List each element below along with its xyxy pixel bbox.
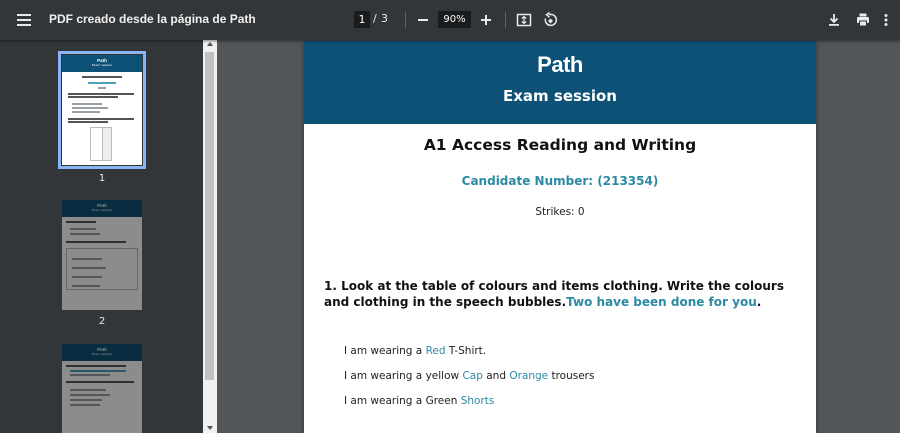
exam-session-heading: Exam session bbox=[503, 87, 617, 105]
sentence-text: trousers bbox=[548, 370, 595, 382]
thumbnail-text-line bbox=[88, 82, 116, 84]
pdf-page: Path Exam session A1 Access Reading and … bbox=[304, 41, 816, 433]
scroll-down-arrow-icon[interactable] bbox=[207, 426, 213, 430]
thumbnail-banner: Path Exam session bbox=[62, 200, 142, 217]
sentence-text: I am wearing a Green bbox=[344, 395, 461, 407]
candidate-number: Candidate Number: (213354) bbox=[461, 174, 659, 188]
thumbnail-text-line bbox=[72, 258, 102, 260]
thumbnail-text-line bbox=[66, 381, 134, 383]
toolbar-divider bbox=[405, 12, 406, 28]
more-icon[interactable] bbox=[881, 10, 891, 30]
sentence-text: T-Shirt. bbox=[445, 345, 487, 357]
page-separator: / bbox=[373, 12, 377, 25]
path-logo: Path bbox=[537, 52, 583, 77]
sentence-text: and bbox=[482, 370, 510, 382]
thumbnail-text-line bbox=[72, 111, 100, 113]
thumbnail-text-line bbox=[70, 404, 100, 406]
thumbnail-text-line bbox=[66, 241, 126, 243]
thumbnail-text-line bbox=[72, 276, 102, 278]
question-1: 1. Look at the table of colours and item… bbox=[324, 278, 794, 310]
thumbnail-text-line bbox=[70, 233, 100, 235]
rotate-icon[interactable] bbox=[540, 10, 560, 30]
toolbar-divider bbox=[505, 12, 506, 28]
thumbnail-text-line bbox=[98, 87, 106, 89]
thumbnail-text-line bbox=[68, 93, 134, 95]
thumbnail-text-line bbox=[66, 221, 96, 223]
thumbnail-text-line bbox=[82, 76, 122, 78]
zoom-in-icon[interactable] bbox=[478, 10, 494, 30]
scrollbar-thumb[interactable] bbox=[205, 52, 214, 380]
answer-word: Cap bbox=[462, 370, 483, 382]
exam-title: A1 Access Reading and Writing bbox=[423, 136, 697, 154]
sidebar-scrollbar[interactable] bbox=[203, 40, 217, 433]
thumbnail-text-line bbox=[70, 389, 106, 391]
thumbnail-sidebar: Path Exam session 1 Path Exam session 2 bbox=[0, 40, 217, 433]
thumbnail-text-line bbox=[68, 118, 134, 120]
pdf-toolbar: PDF creado desde la página de Path 1 / 3… bbox=[0, 0, 900, 40]
current-page-input[interactable]: 1 bbox=[354, 11, 370, 28]
thumbnail-subtitle: Exam session bbox=[91, 208, 113, 212]
thumbnail-logo: Path bbox=[97, 58, 107, 63]
thumbnail-text-line bbox=[68, 121, 108, 123]
thumbnail-table-column bbox=[102, 127, 112, 161]
fit-page-icon[interactable] bbox=[514, 10, 534, 30]
thumbnail-text-line bbox=[70, 370, 126, 372]
thumbnail-logo: Path bbox=[97, 203, 107, 208]
answer-sentence: I am wearing a Green Shorts bbox=[344, 395, 494, 407]
thumbnail-text-line bbox=[66, 365, 126, 367]
strikes-count: Strikes: 0 bbox=[535, 206, 585, 218]
thumbnail-banner: Path Exam session bbox=[62, 344, 142, 361]
sentence-text: I am wearing a yellow bbox=[344, 370, 463, 382]
answer-sentence: I am wearing a Red T-Shirt. bbox=[344, 345, 486, 357]
thumbnail-text-line bbox=[68, 96, 118, 98]
thumbnail-table bbox=[66, 248, 138, 290]
total-pages: 3 bbox=[381, 12, 388, 25]
thumbnail-logo: Path bbox=[97, 347, 107, 352]
exam-banner: Path Exam session bbox=[304, 41, 816, 124]
thumbnail-subtitle: Exam session bbox=[91, 63, 113, 67]
thumbnail-text-line bbox=[72, 267, 106, 269]
thumbnail-text-line bbox=[70, 228, 96, 230]
thumbnail-text-line bbox=[72, 107, 108, 109]
download-icon[interactable] bbox=[824, 10, 844, 30]
answer-sentence: I am wearing a yellow Cap and Orange tro… bbox=[344, 370, 594, 382]
thumbnail-text-line bbox=[72, 103, 102, 105]
question-end: . bbox=[756, 295, 762, 309]
document-viewer: Path Exam session A1 Access Reading and … bbox=[217, 40, 900, 433]
page-thumbnail-2[interactable]: Path Exam session bbox=[62, 200, 142, 310]
answer-word: Red bbox=[425, 345, 446, 357]
scroll-up-arrow-icon[interactable] bbox=[207, 42, 213, 46]
document-title: PDF creado desde la página de Path bbox=[49, 12, 256, 26]
page-thumbnail-3[interactable]: Path Exam session bbox=[62, 344, 142, 433]
thumbnail-page-number: 1 bbox=[98, 173, 106, 184]
thumbnail-subtitle: Exam session bbox=[91, 352, 113, 356]
thumbnail-text-line bbox=[70, 399, 102, 401]
thumbnail-text-line bbox=[70, 394, 110, 396]
thumbnail-text-line bbox=[72, 285, 100, 287]
menu-icon[interactable] bbox=[15, 12, 35, 28]
print-icon[interactable] bbox=[853, 10, 873, 30]
thumbnail-text-line bbox=[70, 374, 110, 376]
answer-word: Shorts bbox=[460, 395, 495, 407]
zoom-level-input[interactable]: 90% bbox=[438, 11, 471, 28]
thumbnail-page-number: 2 bbox=[98, 316, 106, 327]
sentence-text: I am wearing a bbox=[344, 345, 426, 357]
zoom-out-icon[interactable] bbox=[416, 10, 430, 30]
page-thumbnail-1[interactable]: Path Exam session bbox=[58, 51, 146, 169]
question-highlight: Two have been done for you bbox=[566, 295, 757, 309]
thumbnail-banner: Path Exam session bbox=[62, 55, 142, 72]
answer-word: Orange bbox=[509, 370, 549, 382]
